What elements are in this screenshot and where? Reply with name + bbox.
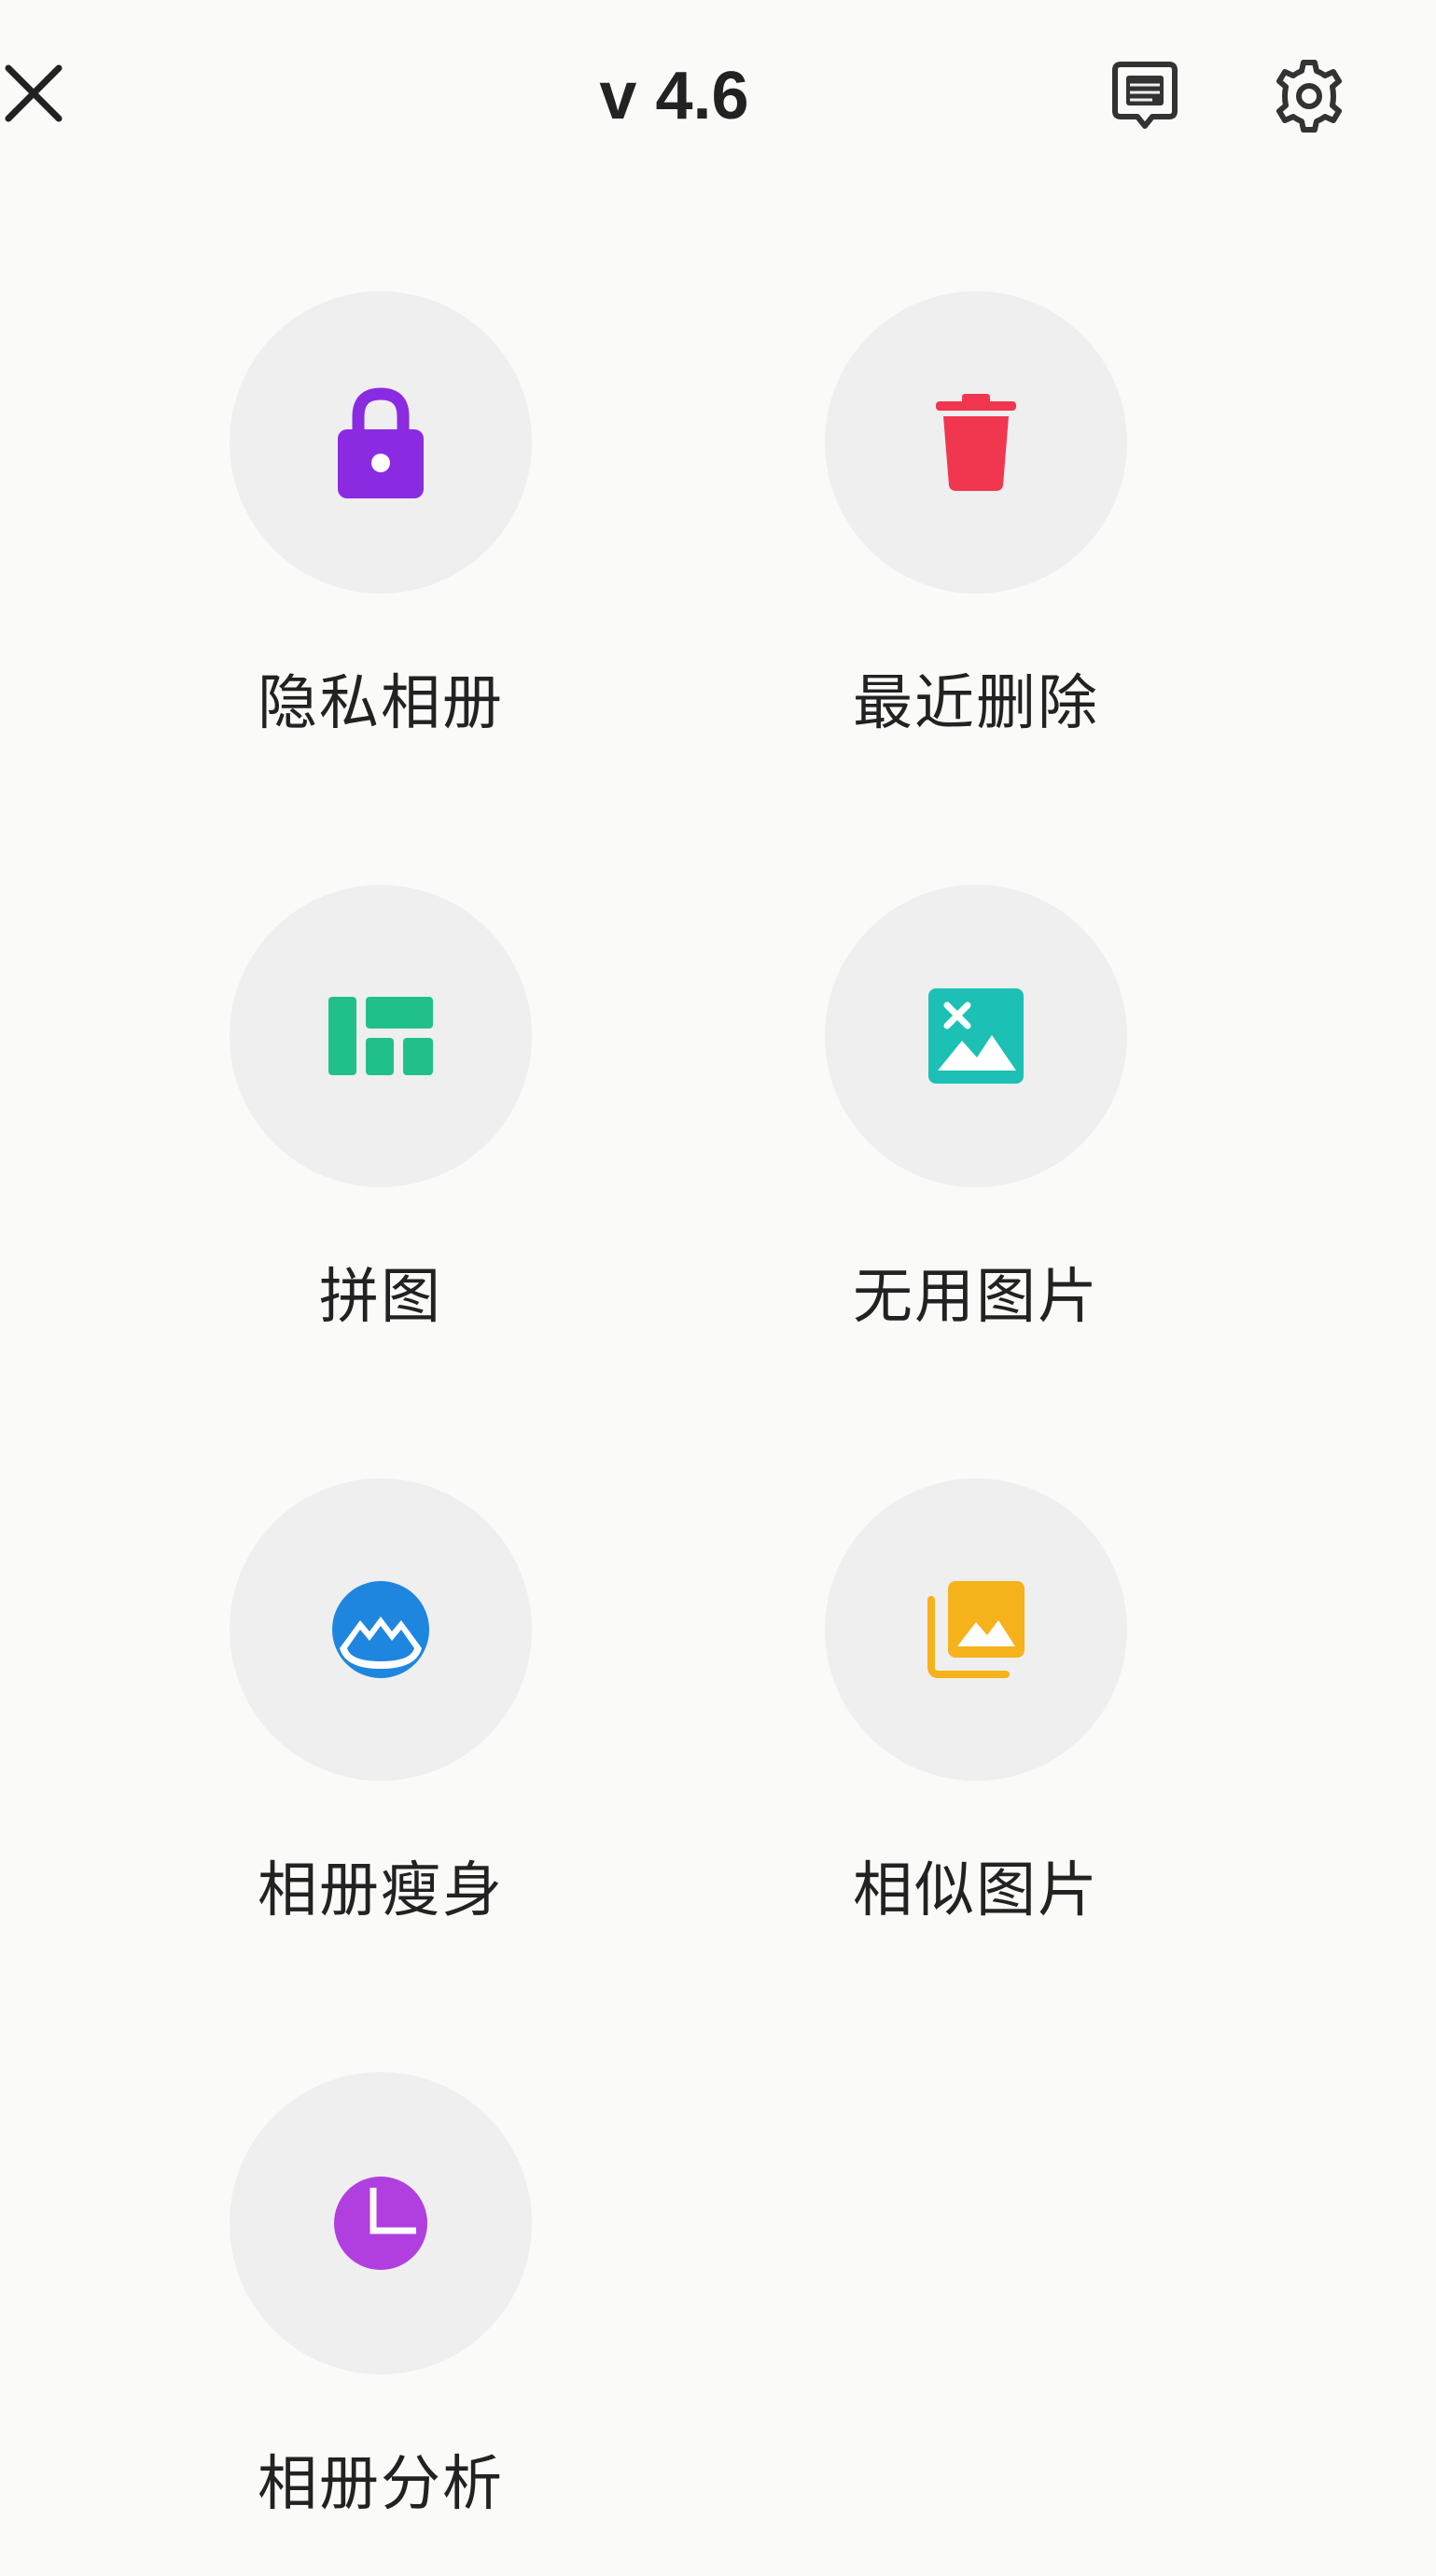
private-album-label: 隐私相册 [258, 669, 504, 738]
similar-images-icon [927, 1581, 1025, 1678]
settings-button[interactable] [1271, 58, 1347, 134]
similar-images-label: 相似图片 [853, 1856, 1099, 1925]
album-slim-label: 相册瘦身 [258, 1856, 504, 1925]
trash-icon [936, 394, 1016, 491]
album-analysis-tile[interactable]: 相册分析 [151, 2072, 599, 2576]
recently-deleted-icon-circle [825, 291, 1127, 594]
similar-images-tile[interactable]: 相似图片 [746, 1478, 1194, 1982]
similar-images-icon-circle [825, 1478, 1127, 1781]
private-album-icon-circle [230, 291, 532, 594]
pie-chart-icon [334, 2177, 427, 2270]
album-analysis-label: 相册分析 [258, 2450, 504, 2519]
feedback-icon [1112, 62, 1178, 129]
top-bar: v 4.6 [0, 0, 1436, 187]
useless-images-tile[interactable]: 无用图片 [746, 885, 1194, 1389]
collage-tile[interactable]: 拼图 [151, 885, 599, 1389]
useless-images-icon-circle [825, 885, 1127, 1187]
album-analysis-icon-circle [230, 2072, 532, 2374]
broken-image-icon [928, 988, 1024, 1084]
lock-icon [338, 387, 424, 498]
album-slim-icon-circle [230, 1478, 532, 1781]
collage-icon [328, 997, 433, 1075]
recently-deleted-tile[interactable]: 最近删除 [746, 291, 1194, 795]
useless-images-label: 无用图片 [853, 1263, 1099, 1332]
recently-deleted-label: 最近删除 [853, 669, 1099, 738]
private-album-tile[interactable]: 隐私相册 [151, 291, 599, 795]
collage-icon-circle [230, 885, 532, 1187]
feedback-button[interactable] [1107, 56, 1183, 136]
gear-icon [1276, 60, 1342, 133]
slim-icon [332, 1581, 429, 1678]
collage-label: 拼图 [319, 1263, 442, 1332]
album-slim-tile[interactable]: 相册瘦身 [151, 1478, 599, 1982]
